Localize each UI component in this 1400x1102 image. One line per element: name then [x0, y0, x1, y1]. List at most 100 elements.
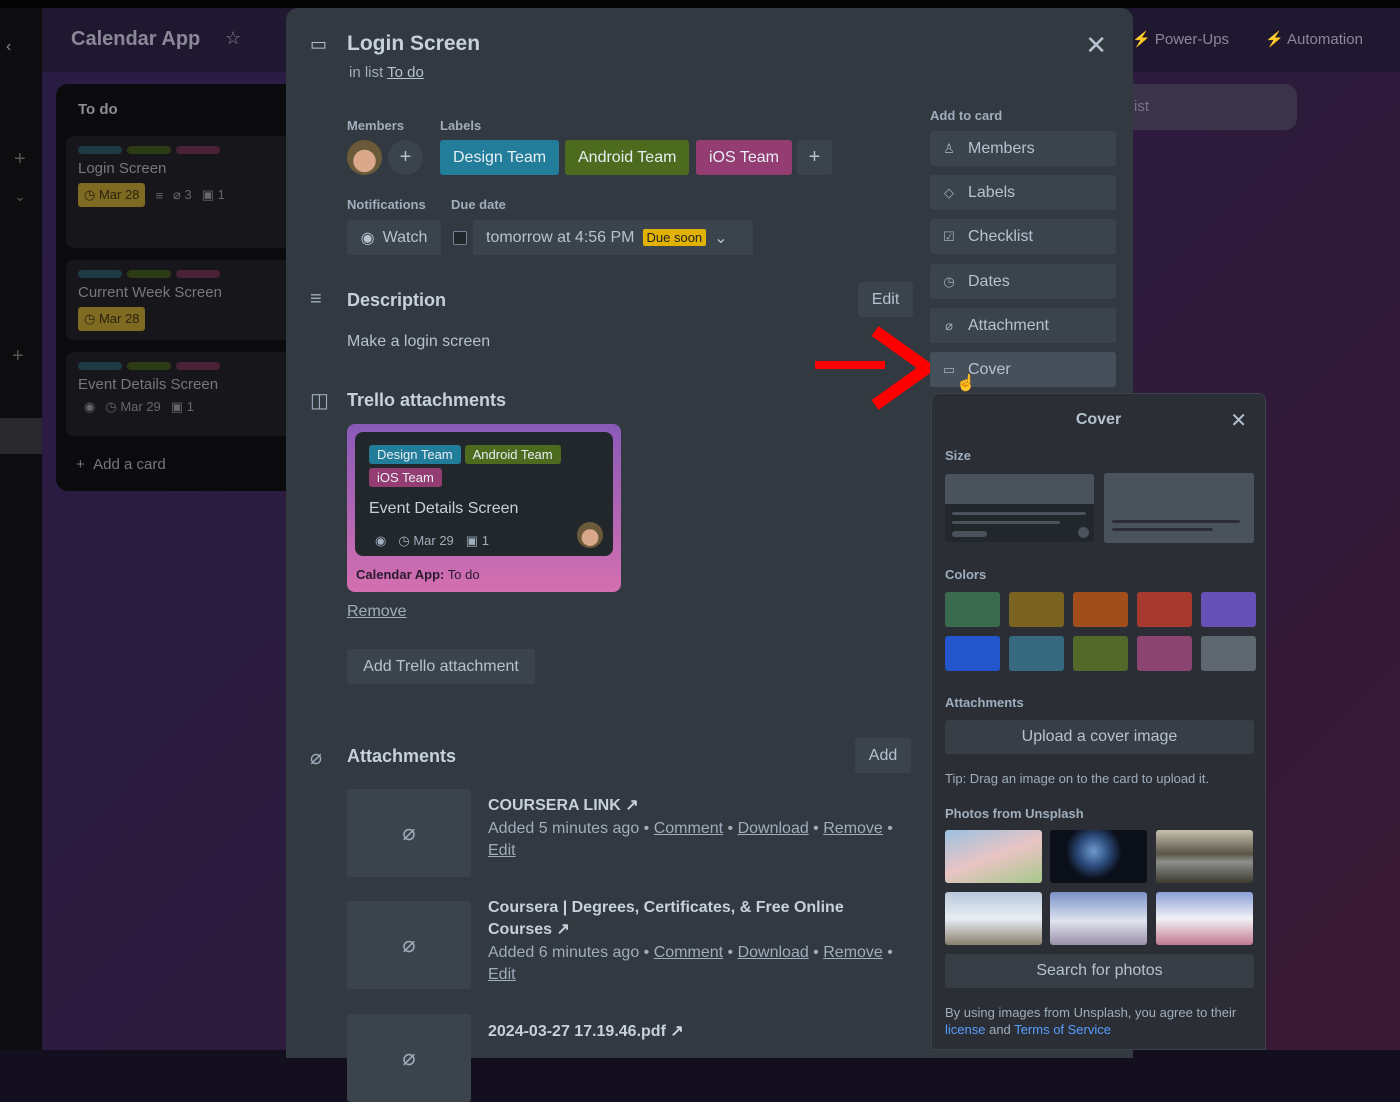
color-swatch[interactable]: [1073, 592, 1128, 627]
board-title[interactable]: Calendar App: [71, 28, 200, 51]
paperclip-icon[interactable]: ⌀: [347, 901, 471, 989]
card-current-week[interactable]: Current Week Screen ◷ Mar 28: [66, 260, 296, 340]
close-icon[interactable]: ✕: [1230, 408, 1247, 433]
unsplash-photo-flower[interactable]: [945, 830, 1042, 883]
dates-button[interactable]: ◷ Dates: [930, 264, 1116, 299]
color-swatch[interactable]: [1073, 636, 1128, 671]
add-label-button[interactable]: +: [797, 140, 832, 175]
trello-card-attachment[interactable]: Design Team Android Team iOS Team Event …: [347, 424, 621, 592]
cursor-icon: ☝: [956, 375, 976, 392]
workspace-sidebar: ‹ + ⌄ +: [0, 8, 42, 1050]
label-ios-team[interactable]: iOS Team: [696, 140, 792, 175]
download-link[interactable]: Download: [738, 944, 809, 961]
unsplash-photo-snow[interactable]: [1156, 892, 1253, 945]
search-photos-button[interactable]: Search for photos: [945, 954, 1254, 988]
description-icon: ≡: [310, 288, 322, 310]
person-icon: ♙: [943, 140, 955, 156]
comment-link[interactable]: Comment: [654, 820, 723, 837]
trello-card-location: Calendar App: To do: [356, 567, 480, 582]
list-title: To do: [78, 101, 118, 118]
chevron-down-icon[interactable]: ⌄: [14, 188, 26, 205]
chevron-down-icon: ⌄: [714, 229, 728, 247]
unsplash-photo-earth[interactable]: [1050, 830, 1147, 883]
due-badge: ◷ Mar 28: [78, 183, 146, 207]
close-icon[interactable]: ✕: [1085, 30, 1107, 61]
attachment-name[interactable]: 2024-03-27 17.19.46.pdf ↗: [488, 1021, 868, 1043]
attachment-button[interactable]: ⌀ Attachment: [930, 308, 1116, 343]
add-member-button[interactable]: +: [388, 140, 423, 175]
card-login[interactable]: Login Screen ◷ Mar 28 ≡ ⌀ 3 ▣ 1: [66, 136, 296, 248]
trello-count: ▣ 1: [465, 533, 489, 548]
download-link[interactable]: Download: [738, 820, 809, 837]
remove-trello-link[interactable]: Remove: [347, 603, 407, 621]
paperclip-icon[interactable]: ⌀: [347, 1014, 471, 1102]
upload-tip: Tip: Drag an image on to the card to upl…: [945, 771, 1210, 786]
add-trello-attachment-button[interactable]: Add Trello attachment: [347, 649, 535, 684]
size-option-full[interactable]: [1104, 473, 1254, 543]
attachment-name[interactable]: Coursera | Degrees, Certificates, & Free…: [488, 897, 868, 941]
label-design-team[interactable]: Design Team: [440, 140, 560, 175]
description-text[interactable]: Make a login screen: [347, 333, 490, 351]
color-swatch[interactable]: [1009, 636, 1064, 671]
list-link[interactable]: To do: [387, 64, 424, 81]
license-link[interactable]: license: [945, 1022, 985, 1037]
remove-link[interactable]: Remove: [823, 944, 883, 961]
sidebar-selected[interactable]: [0, 418, 42, 454]
add-attachment-button[interactable]: Add: [855, 738, 911, 773]
due-date: ◷ Mar 29: [398, 533, 454, 548]
color-swatch[interactable]: [1201, 592, 1256, 627]
color-swatch[interactable]: [1137, 636, 1192, 671]
color-swatch[interactable]: [1137, 592, 1192, 627]
clock-icon: ◷: [943, 273, 955, 289]
card-title[interactable]: Login Screen: [347, 32, 480, 56]
checklist-button[interactable]: ☑ Checklist: [930, 219, 1116, 254]
comment-link[interactable]: Comment: [654, 944, 723, 961]
edit-description-button[interactable]: Edit: [858, 282, 913, 317]
paperclip-icon: ⌀: [945, 317, 953, 333]
eye-icon: ◉: [360, 229, 375, 247]
attachment-name[interactable]: COURSERA LINK ↗: [488, 795, 868, 817]
cover-popover: Cover ✕ Size Colors Attachments Upload a…: [931, 393, 1266, 1050]
trello-icon: ◫: [310, 390, 329, 412]
paperclip-icon[interactable]: ⌀: [347, 789, 471, 877]
attachment-meta: Added 5 minutes ago • Comment • Download…: [488, 820, 893, 859]
plus-icon[interactable]: +: [12, 345, 24, 368]
due-complete-checkbox[interactable]: [453, 231, 467, 245]
plus-icon[interactable]: +: [14, 148, 26, 171]
labels-button[interactable]: ◇ Labels: [930, 175, 1116, 210]
watch-button[interactable]: ◉ Watch: [347, 220, 441, 255]
unsplash-photo-peaks[interactable]: [1050, 892, 1147, 945]
collapse-icon[interactable]: ‹: [6, 38, 11, 56]
card-title: Current Week Screen: [78, 284, 222, 301]
color-swatch[interactable]: [1009, 592, 1064, 627]
color-swatch[interactable]: [945, 636, 1000, 671]
paperclip-icon: ⌀: [310, 747, 323, 769]
card-event-details[interactable]: Event Details Screen ◉ ◷ Mar 29 ▣ 1: [66, 352, 296, 436]
label-android-team[interactable]: Android Team: [565, 140, 690, 175]
unsplash-photo-lake[interactable]: [1156, 830, 1253, 883]
due-date: ◷ Mar 29: [105, 399, 161, 414]
size-option-strip[interactable]: [945, 474, 1094, 542]
add-list-button[interactable]: ist: [1120, 84, 1297, 130]
unsplash-photo-mountain[interactable]: [945, 892, 1042, 945]
members-label: Members: [347, 118, 405, 133]
power-ups-button[interactable]: ⚡ Power-Ups: [1132, 30, 1229, 48]
star-icon[interactable]: ☆: [225, 28, 241, 49]
description-heading: Description: [347, 290, 447, 310]
upload-cover-button[interactable]: Upload a cover image: [945, 720, 1254, 754]
terms-link[interactable]: Terms of Service: [1014, 1022, 1111, 1037]
due-date-button[interactable]: tomorrow at 4:56 PM Due soon ⌄: [473, 220, 753, 255]
edit-link[interactable]: Edit: [488, 842, 516, 859]
avatar: [577, 522, 603, 548]
top-strip: [0, 0, 1400, 8]
add-card-button[interactable]: + Add a card: [76, 456, 166, 473]
avatar[interactable]: [347, 140, 382, 175]
automation-button[interactable]: ⚡ Automation: [1265, 30, 1363, 48]
remove-link[interactable]: Remove: [823, 820, 883, 837]
edit-link[interactable]: Edit: [488, 966, 516, 983]
labels-label: Labels: [440, 118, 482, 133]
color-swatch[interactable]: [945, 592, 1000, 627]
members-button[interactable]: ♙ Members: [930, 131, 1116, 166]
color-swatch[interactable]: [1201, 636, 1256, 671]
bolt-icon: ⚡: [1132, 31, 1155, 48]
